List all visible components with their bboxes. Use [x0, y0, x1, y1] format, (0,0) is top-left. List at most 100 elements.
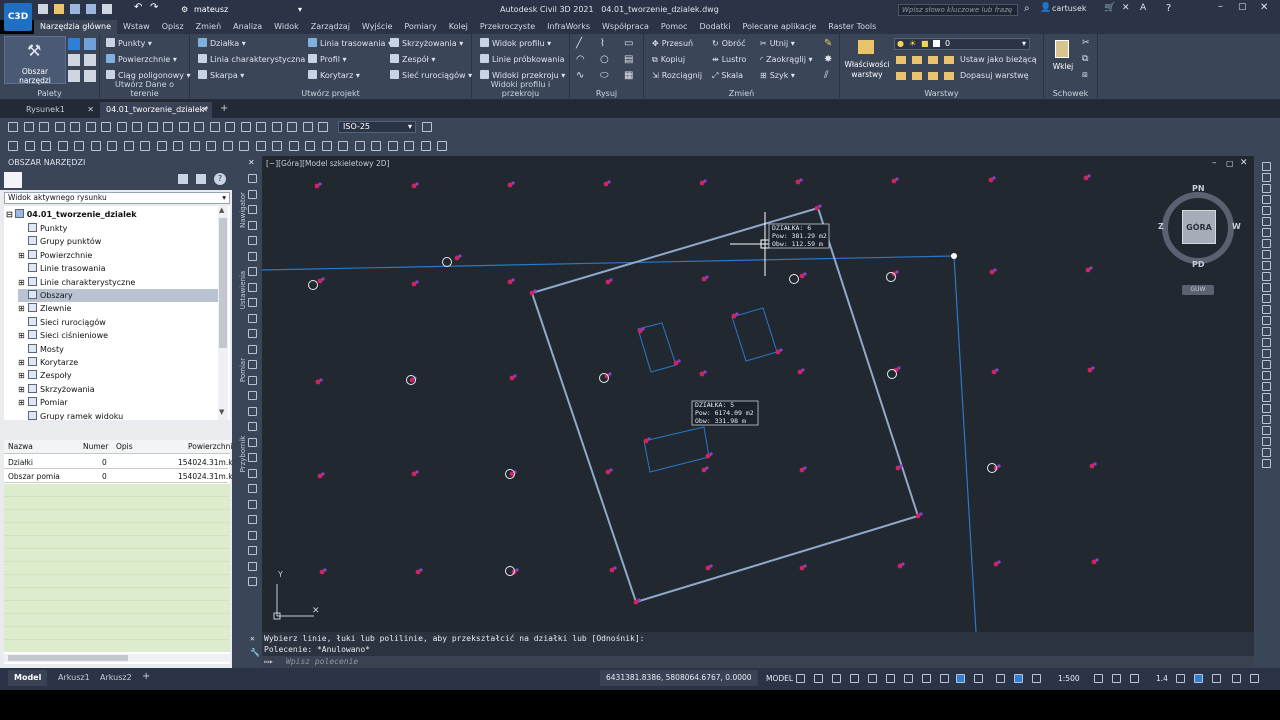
side-tab-navigator[interactable]: Nawigator	[239, 187, 247, 233]
maximize-icon[interactable]: ▢	[1238, 2, 1247, 12]
draw-tool-icon[interactable]	[248, 453, 257, 462]
palette-icon-5[interactable]	[68, 70, 80, 82]
compass-west[interactable]: Z	[1158, 222, 1164, 231]
tree-item[interactable]: Sieci rurociągów	[18, 316, 106, 329]
right-tool-icon[interactable]	[1262, 162, 1271, 171]
status-toggle-icon[interactable]	[1094, 674, 1103, 683]
right-tool-icon[interactable]	[1262, 316, 1271, 325]
tab-crossings[interactable]: Przekroczyste	[474, 20, 541, 34]
scroll-up-icon[interactable]: ▲	[219, 206, 224, 214]
tree-item[interactable]: Grupy punktów	[18, 235, 101, 248]
rotate-button[interactable]: ↻ Obróć	[712, 38, 745, 50]
survey-symbol-marker[interactable]	[887, 369, 897, 379]
status-coordinates[interactable]: 6431381.8386, 5808064.6767, 0.0000	[600, 670, 758, 686]
right-tool-icon[interactable]	[1262, 305, 1271, 314]
right-tool-icon[interactable]	[1262, 327, 1271, 336]
copy-button[interactable]: ⧉ Kopiuj	[652, 54, 685, 66]
side-tab-toolbox[interactable]: Przybornik	[239, 431, 247, 477]
modify-tool-icon[interactable]	[189, 141, 200, 151]
draw-tool-icon[interactable]	[248, 422, 257, 431]
layer-tool-icon-2[interactable]	[912, 56, 922, 64]
status-toggle-icon[interactable]	[868, 674, 877, 683]
modify-tool-icon[interactable]	[123, 141, 134, 151]
side-tab-survey[interactable]: Pomiar	[239, 347, 247, 393]
col-area[interactable]: Powierzchnia	[188, 440, 237, 454]
side-tab-settings[interactable]: Ustawienia	[239, 267, 247, 313]
assembly-button[interactable]: Zespół ▾	[390, 54, 435, 66]
viewcube-face[interactable]: GÓRA	[1182, 210, 1216, 244]
status-toggle-icon[interactable]	[886, 674, 895, 683]
dimension-tool-icon[interactable]	[256, 122, 266, 132]
survey-symbol-marker[interactable]	[789, 274, 799, 284]
draw-tool-icon[interactable]	[248, 561, 257, 571]
col-number[interactable]: Numer	[83, 440, 108, 454]
status-toggle-icon[interactable]	[832, 674, 841, 683]
modify-tool-icon[interactable]	[206, 141, 216, 151]
draw-tool-icon[interactable]	[248, 189, 257, 199]
scroll-thumb[interactable]	[8, 655, 128, 661]
modify-tool-icon[interactable]	[57, 141, 68, 151]
dimension-tool-icon[interactable]	[101, 122, 111, 132]
toolspace-button[interactable]: ⚒ Obszar narzędzi	[4, 36, 66, 85]
right-tool-icon[interactable]	[1262, 283, 1271, 292]
new-icon[interactable]	[38, 4, 48, 14]
status-toggle-icon[interactable]	[1014, 674, 1023, 683]
cut-icon[interactable]: ✂	[1082, 38, 1090, 48]
search-icon[interactable]: ⌕	[1024, 3, 1030, 14]
dimension-tool-icon[interactable]	[23, 122, 34, 132]
arc-icon[interactable]: ◠	[576, 54, 585, 65]
status-toggle-icon[interactable]	[1212, 674, 1221, 683]
rectangle-icon[interactable]: ▭	[624, 38, 633, 49]
tree-scrollbar[interactable]: ▲ ▼	[218, 206, 228, 420]
dimension-tool-icon[interactable]	[8, 122, 18, 132]
tab-collaborate[interactable]: Współpraca	[596, 20, 655, 34]
grading-button[interactable]: Skarpa ▾	[198, 70, 244, 82]
hatch-icon[interactable]: ▤	[624, 54, 633, 65]
modify-tool-icon[interactable]	[371, 141, 381, 151]
undo-icon[interactable]: ↶	[134, 2, 142, 13]
modify-tool-icon[interactable]	[24, 141, 35, 151]
compass-south[interactable]: PD	[1192, 260, 1205, 269]
tab-raster-tools[interactable]: Raster Tools	[822, 20, 882, 34]
layer-tool-icon-5[interactable]	[896, 72, 906, 80]
modify-tool-icon[interactable]	[140, 141, 150, 151]
app-logo-icon[interactable]: C3D	[4, 3, 32, 31]
draw-tool-icon[interactable]	[248, 267, 257, 276]
tree-item[interactable]: ⊞ Skrzyżowania	[18, 383, 95, 396]
status-toggle-icon[interactable]	[1130, 674, 1139, 683]
tree-item[interactable]: Linie trasowania	[18, 262, 105, 275]
right-tool-icon[interactable]	[1262, 173, 1271, 182]
scale-button[interactable]: ⤢ Skala	[712, 70, 743, 82]
line-icon[interactable]: ╱	[576, 38, 582, 49]
tree-view-icon[interactable]	[178, 174, 188, 184]
layer-dropdown[interactable]: ● ☀ ■ 0 ▾	[894, 38, 1030, 50]
right-tool-icon[interactable]	[1262, 437, 1271, 446]
doc-tab-rysunek1[interactable]: Rysunek1 ✕	[20, 102, 98, 118]
dimension-tool-icon[interactable]	[163, 122, 173, 132]
modify-tool-icon[interactable]	[272, 141, 282, 151]
tree-item[interactable]: ⊞ Pomiar	[18, 396, 68, 409]
table-row[interactable]: Obszar pomia 0 154024.31m.kw	[4, 470, 239, 483]
modify-tool-icon[interactable]	[305, 141, 315, 151]
status-value[interactable]: 1.4	[1156, 674, 1168, 683]
profile-button[interactable]: Profil ▾	[308, 54, 347, 66]
match-layer-button[interactable]: Dopasuj warstwę	[960, 70, 1029, 82]
scroll-down-icon[interactable]: ▼	[219, 408, 224, 416]
modify-tool-icon[interactable]	[107, 141, 117, 151]
sample-lines-button[interactable]: Linie próbkowania	[480, 54, 564, 66]
redo-icon[interactable]: ↷	[150, 2, 158, 13]
profile-view-button[interactable]: Widok profilu ▾	[480, 38, 551, 50]
doc-tab-active[interactable]: 04.01_tworzenie_dzialek* ✕	[100, 102, 212, 118]
copy-clip-icon[interactable]: ⧉	[1082, 54, 1088, 64]
draw-tool-icon[interactable]	[248, 329, 257, 338]
tab-manage[interactable]: Zarządzaj	[305, 20, 356, 34]
palette-icon-4[interactable]	[84, 54, 96, 66]
modify-tool-icon[interactable]	[288, 141, 299, 151]
command-input[interactable]: ▭▸ Wpisz polecenie	[262, 656, 1254, 668]
array-button[interactable]: ⊞ Szyk ▾	[760, 70, 795, 82]
dimension-tool-icon[interactable]	[194, 122, 204, 132]
modify-tool-icon[interactable]	[420, 141, 431, 151]
tab-featured-apps[interactable]: Polecane aplikacje	[736, 20, 822, 34]
layer-properties-button[interactable]: Właściwości warstwy	[844, 38, 890, 84]
viewcube[interactable]: GÓRA PN PD Z W	[1158, 184, 1242, 270]
